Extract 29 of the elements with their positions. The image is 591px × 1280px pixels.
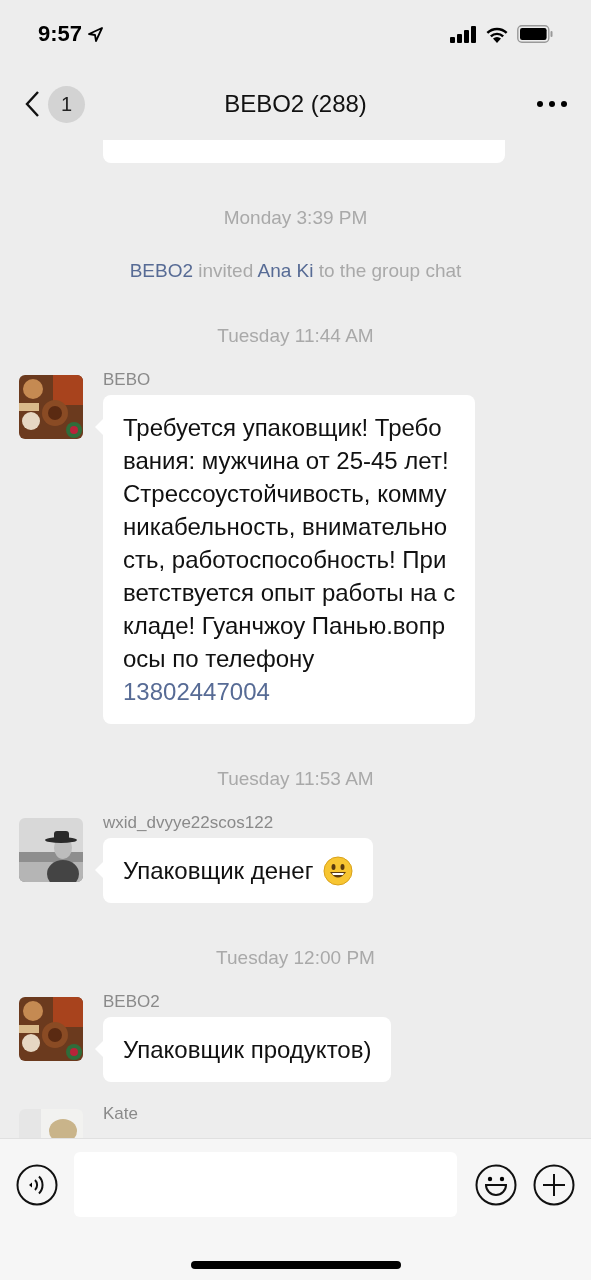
back-button[interactable]: 1	[24, 85, 85, 123]
message-text: Упаковщик продуктов)	[123, 1035, 372, 1065]
emoji-button[interactable]	[475, 1163, 517, 1206]
voice-button[interactable]	[16, 1163, 58, 1206]
smiley-icon	[475, 1163, 517, 1206]
battery-icon	[517, 25, 553, 43]
timestamp: Tuesday 12:00 PM	[215, 948, 376, 968]
system-notice: BEBO2 invited Ana Ki to the group chat	[128, 261, 463, 281]
phone-link[interactable]: 13802447004	[123, 678, 270, 705]
location-arrow-icon	[88, 26, 104, 42]
status-time: 9:57	[38, 21, 83, 47]
sender-name: BEBO	[103, 371, 151, 389]
signal-icon	[450, 25, 477, 43]
timestamp: Tuesday 11:53 AM	[216, 769, 375, 789]
unread-count-badge: 1	[48, 85, 85, 123]
message-text: Упаковщик денег	[123, 856, 314, 886]
message-text: Требуется упаковщик! Требо вания: мужчина от 25-45 лет! Стрессоустойчивость, комму никабельность, внимательно сть, работоспособность! При ветствуется опыт работы на с кладе! Гуанчжоу Панью.вопр осы по телефону 13802447004	[123, 413, 456, 707]
plus-icon	[533, 1163, 575, 1206]
timestamp: Tuesday 11:44 AM	[216, 326, 375, 346]
more-dots-icon	[537, 101, 567, 107]
add-button[interactable]	[533, 1163, 575, 1206]
sender-name: wxid_dvyye22scos122	[103, 814, 274, 832]
sender-name: Kate	[103, 1105, 138, 1123]
voice-icon	[16, 1163, 58, 1206]
chat-title: BEBO2 (288)	[224, 90, 367, 118]
sender-name: BEBO2	[103, 993, 160, 1011]
wifi-icon	[485, 25, 509, 43]
back-chevron-icon	[24, 90, 40, 118]
timestamp: Monday 3:39 PM	[222, 208, 369, 228]
